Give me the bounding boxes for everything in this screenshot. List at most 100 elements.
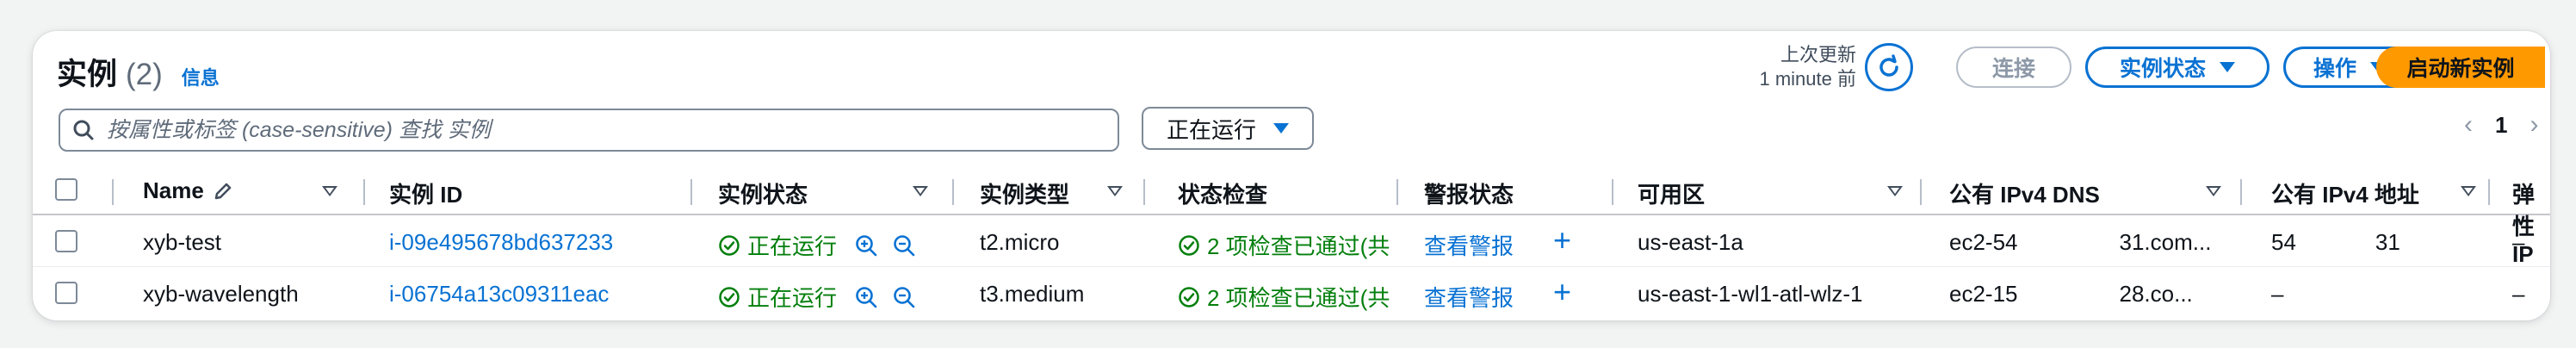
caret-down-icon [1273, 123, 1289, 134]
edit-icon [214, 183, 232, 199]
public-ip-end: 31 [2375, 229, 2400, 255]
public-ip: – [2271, 281, 2284, 307]
launch-instance-button[interactable]: 启动新实例 [2376, 47, 2545, 88]
check-circle-icon [719, 234, 740, 256]
view-alarms-link[interactable]: 查看警报 [1424, 229, 1514, 261]
select-all-checkbox[interactable] [55, 178, 77, 201]
column-divider [2240, 179, 2242, 205]
row-checkbox[interactable] [55, 230, 77, 252]
column-label: 公有 IPv4 地址 [2271, 182, 2419, 208]
last-updated-label: 上次更新 [1780, 44, 1856, 65]
instance-id-link[interactable]: i-09e495678bd637233 [389, 229, 613, 256]
check-circle-icon [1179, 286, 1199, 308]
instance-name: xyb-wavelength [143, 281, 299, 307]
public-dns: ec2-54 31.com... [1949, 229, 2211, 256]
search-icon [73, 120, 94, 140]
sort-icon[interactable] [1107, 186, 1123, 196]
instance-id-link[interactable]: i-06754a13c09311eac [389, 281, 609, 308]
check-circle-icon [1179, 234, 1199, 256]
column-label: 实例状态 [718, 182, 808, 208]
column-header-public-dns[interactable]: 公有 IPv4 DNS [1949, 177, 2100, 209]
public-dns-end: 28.co... [2119, 281, 2193, 307]
instance-state: 正在运行 [718, 281, 916, 313]
status-check: 2 项检查已通过(共 [1178, 229, 1390, 261]
chevron-left-icon[interactable]: ‹ [2464, 110, 2473, 140]
column-divider [2488, 179, 2490, 205]
instance-type: t3.medium [980, 281, 1085, 307]
column-divider [112, 179, 114, 205]
availability-zone: us-east-1-wl1-atl-wlz-1 [1638, 281, 1863, 307]
column-divider [690, 179, 692, 205]
instance-state-label: 正在运行 [747, 285, 838, 311]
last-updated: 上次更新 1 minute 前 [1737, 43, 1857, 91]
column-divider [952, 179, 954, 205]
column-divider [1920, 179, 1922, 205]
check-circle-icon [719, 286, 740, 308]
column-header-status-check[interactable]: 状态检查 [1178, 177, 1267, 209]
column-header-public-ip[interactable]: 公有 IPv4 地址 [2271, 177, 2419, 209]
table-row[interactable]: xyb-test i-09e495678bd637233 正在运行 t2.mic… [33, 215, 2550, 267]
zoom-out-icon[interactable] [892, 233, 916, 258]
state-filter-dropdown[interactable]: 正在运行 [1142, 107, 1314, 150]
chevron-right-icon[interactable]: › [2530, 110, 2538, 140]
redacted-mask [2017, 284, 2120, 308]
add-alarm-icon[interactable]: + [1553, 222, 1571, 258]
current-page[interactable]: 1 [2495, 112, 2507, 139]
availability-zone: us-east-1a [1638, 229, 1743, 255]
pagination: ‹ 1 › [2464, 110, 2538, 140]
instance-type: t2.micro [980, 229, 1060, 255]
instance-state-button[interactable]: 实例状态 [2085, 47, 2269, 88]
instance-count: (2) [126, 58, 163, 91]
search-bar[interactable] [59, 109, 1119, 152]
refresh-button[interactable] [1865, 43, 1913, 91]
column-divider [1396, 179, 1398, 205]
zoom-out-icon[interactable] [892, 285, 916, 309]
instance-name: xyb-test [143, 229, 222, 255]
instances-panel: 实例 (2) 信息 上次更新 1 minute 前 连接 实例状态 操作 启动新… [33, 31, 2550, 320]
column-label: 可用区 [1638, 182, 1706, 208]
sort-icon[interactable] [2461, 186, 2476, 196]
public-ip-start: 54 [2271, 229, 2296, 255]
connect-button[interactable]: 连接 [1956, 47, 2071, 88]
column-header-name[interactable]: Name [143, 177, 233, 204]
public-dns-start: ec2-15 [1949, 281, 2018, 307]
column-label: 状态检查 [1178, 182, 1268, 208]
search-input[interactable] [107, 117, 1054, 143]
sort-icon[interactable] [2206, 186, 2221, 196]
column-label: Name [143, 177, 204, 203]
column-divider [1612, 179, 1613, 205]
zoom-in-icon[interactable] [854, 233, 878, 258]
connect-label: 连接 [1991, 57, 2035, 81]
column-header-availability-zone[interactable]: 可用区 [1638, 177, 1705, 209]
public-dns: ec2-15 28.co... [1949, 281, 2193, 308]
sort-icon[interactable] [1887, 186, 1903, 196]
column-label: 实例 ID [389, 182, 463, 208]
public-dns-end: 31.com... [2119, 229, 2212, 255]
instance-state-label: 实例状态 [2119, 57, 2206, 81]
column-header-instance-id[interactable]: 实例 ID [389, 177, 462, 209]
status-check: 2 项检查已通过(共 [1178, 281, 1390, 313]
caret-down-icon [2220, 62, 2235, 72]
sort-icon[interactable] [322, 186, 337, 196]
view-alarms-link[interactable]: 查看警报 [1424, 281, 1514, 313]
column-header-alarm-status[interactable]: 警报状态 [1424, 177, 1514, 209]
column-header-instance-state[interactable]: 实例状态 [718, 177, 808, 209]
instance-state-label: 正在运行 [747, 233, 838, 259]
sort-icon[interactable] [913, 186, 928, 196]
column-header-instance-type[interactable]: 实例类型 [980, 177, 1069, 209]
add-alarm-icon[interactable]: + [1553, 274, 1571, 310]
actions-label: 操作 [2313, 57, 2356, 81]
column-label: 实例类型 [980, 182, 1070, 208]
row-checkbox[interactable] [55, 282, 77, 304]
column-label: 公有 IPv4 DNS [1949, 182, 2100, 208]
column-divider [363, 179, 365, 205]
launch-instance-label: 启动新实例 [2406, 57, 2515, 81]
public-ip: 54 31 [2271, 229, 2400, 256]
panel-header: 实例 (2) 信息 [57, 50, 220, 94]
info-link[interactable]: 信息 [182, 63, 220, 90]
last-updated-value: 1 minute 前 [1759, 68, 1857, 90]
column-label: 警报状态 [1424, 182, 1514, 208]
elastic-ip: – [2512, 281, 2525, 307]
zoom-in-icon[interactable] [854, 285, 878, 309]
table-row[interactable]: xyb-wavelength i-06754a13c09311eac 正在运行 … [33, 267, 2550, 319]
